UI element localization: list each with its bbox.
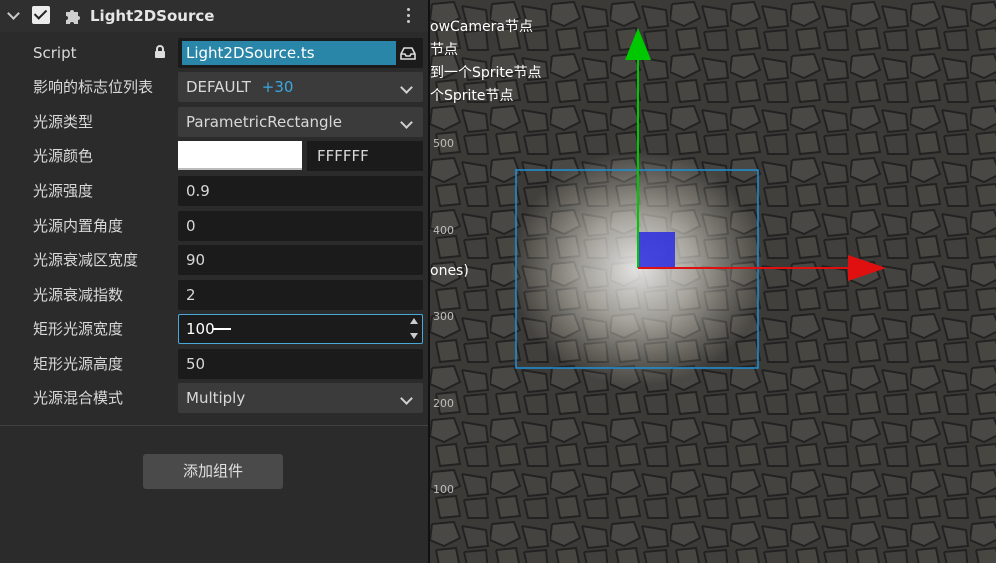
add-component-label: 添加组件 [182, 462, 243, 480]
y-tick-300: 300 [433, 310, 454, 323]
rect-width-value: 100 [186, 320, 215, 338]
rect-width-row: 矩形光源宽度 100 [0, 312, 428, 346]
light-type-dropdown[interactable]: ParametricRectangle [178, 107, 423, 137]
rect-height-input[interactable]: 50 [178, 349, 423, 379]
inner-angle-input[interactable]: 0 [178, 211, 423, 241]
script-asset-field[interactable]: Light2DSource.ts [178, 38, 423, 68]
add-component-button[interactable]: 添加组件 [143, 454, 283, 489]
color-label: 光源颜色 [33, 147, 94, 165]
checkmark-icon [33, 6, 48, 20]
inner-angle-value: 0 [186, 217, 196, 235]
light-type-row: 光源类型 ParametricRectangle [0, 105, 428, 139]
color-row: 光源颜色 FFFFFF [0, 139, 428, 173]
chevron-down-icon [400, 116, 413, 129]
color-hex-value: FFFFFF [317, 147, 369, 165]
rect-height-label: 矩形光源高度 [33, 355, 124, 373]
puzzle-icon [66, 10, 80, 24]
rect-width-label: 矩形光源宽度 [33, 320, 124, 338]
inspector-panel: Light2DSource Script Light2DSource.ts 影响… [0, 0, 428, 563]
intensity-label: 光源强度 [33, 182, 94, 200]
falloff-width-row: 光源衰减区宽度 90 [0, 243, 428, 277]
layers-dropdown[interactable]: DEFAULT +30 [178, 72, 423, 102]
falloff-exp-input[interactable]: 2 [178, 280, 423, 310]
blend-mode-row: 光源混合模式 Multiply [0, 381, 428, 415]
lock-icon [155, 45, 165, 58]
resize-cursor-icon [213, 328, 231, 330]
y-tick-500: 500 [433, 137, 454, 150]
chevron-down-icon [400, 392, 413, 405]
rect-width-input[interactable]: 100 [178, 314, 423, 344]
y-tick-100: 100 [433, 483, 454, 496]
scene-canvas[interactable] [430, 0, 996, 563]
stepper-up-icon[interactable] [410, 318, 418, 324]
y-tick-200: 200 [433, 397, 454, 410]
inner-angle-row: 光源内置角度 0 [0, 209, 428, 243]
falloff-width-input[interactable]: 90 [178, 245, 423, 275]
component-title: Light2DSource [90, 7, 215, 25]
rect-height-value: 50 [186, 355, 206, 373]
scene-text-1: owCamera节点 [430, 19, 533, 35]
scene-view[interactable]: owCamera节点 节点 到一个Sprite节点 个Sprite节点 ones… [430, 0, 996, 563]
collapse-chevron-icon[interactable] [7, 7, 20, 20]
color-swatch[interactable] [178, 141, 302, 170]
layers-row: 影响的标志位列表 DEFAULT +30 [0, 70, 428, 104]
blend-mode-dropdown[interactable]: Multiply [178, 383, 423, 413]
rect-height-row: 矩形光源高度 50 [0, 347, 428, 381]
blend-mode-label: 光源混合模式 [33, 389, 124, 407]
inner-angle-label: 光源内置角度 [33, 217, 124, 235]
y-tick-400: 400 [433, 224, 454, 237]
section-divider [0, 425, 428, 426]
scene-text-4: 个Sprite节点 [430, 88, 514, 104]
light-type-label: 光源类型 [33, 113, 94, 131]
falloff-exp-value: 2 [186, 286, 196, 304]
layers-label: 影响的标志位列表 [33, 78, 154, 96]
enable-checkbox[interactable] [32, 6, 50, 24]
falloff-width-value: 90 [186, 251, 206, 269]
layers-extra: +30 [261, 78, 294, 96]
light-type-value: ParametricRectangle [186, 113, 342, 131]
intensity-value: 0.9 [186, 182, 210, 200]
script-asset-value: Light2DSource.ts [182, 41, 396, 65]
scene-text-3: 到一个Sprite节点 [430, 65, 542, 81]
script-row: Script Light2DSource.ts [0, 36, 428, 70]
falloff-exp-row: 光源衰减指数 2 [0, 278, 428, 312]
chevron-down-icon [400, 81, 413, 94]
falloff-width-label: 光源衰减区宽度 [33, 251, 139, 269]
node-handle[interactable] [638, 232, 675, 268]
scene-text-2: 节点 [430, 42, 458, 58]
falloff-exp-label: 光源衰减指数 [33, 286, 124, 304]
intensity-input[interactable]: 0.9 [178, 176, 423, 206]
intensity-row: 光源强度 0.9 [0, 174, 428, 208]
stepper-down-icon[interactable] [410, 333, 418, 339]
script-label: Script [33, 44, 77, 62]
blend-mode-value: Multiply [186, 389, 246, 407]
layers-value: DEFAULT [186, 78, 251, 96]
component-header[interactable]: Light2DSource [0, 0, 428, 32]
scene-text-5: ones) [430, 263, 469, 279]
inbox-icon[interactable] [400, 46, 416, 60]
more-menu-icon[interactable] [404, 6, 412, 26]
color-hex-input[interactable]: FFFFFF [307, 141, 423, 171]
